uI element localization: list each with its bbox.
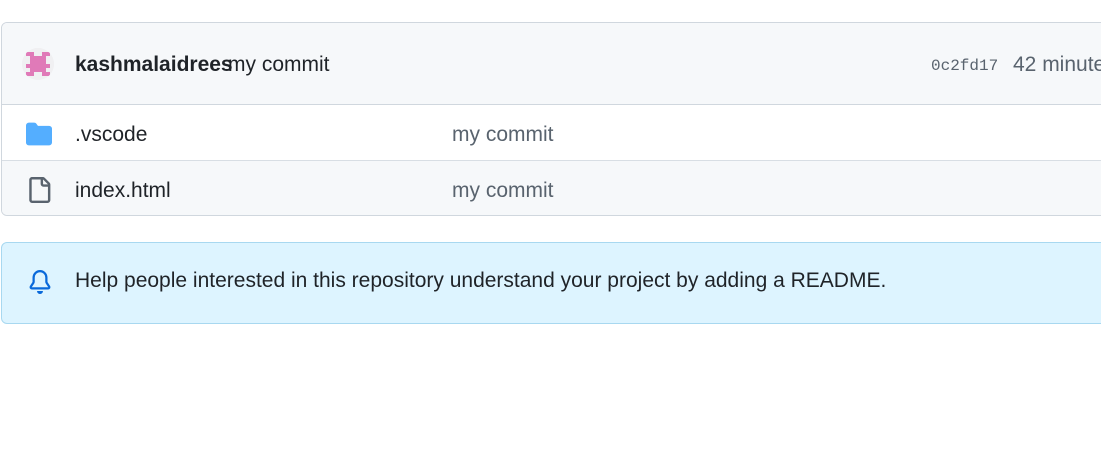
bell-icon bbox=[29, 270, 51, 294]
file-name-link[interactable]: .vscode bbox=[75, 123, 147, 147]
commit-time: 42 minutes ago bbox=[1013, 53, 1101, 76]
file-commit-link[interactable]: my commit bbox=[452, 123, 554, 147]
identicon-icon bbox=[22, 48, 54, 80]
commit-message-link[interactable]: my commit bbox=[228, 53, 330, 77]
file-icon bbox=[29, 177, 51, 203]
commit-author-link[interactable]: kashmalaidrees bbox=[75, 53, 233, 77]
commit-sha-link[interactable]: 0c2fd17 bbox=[931, 57, 998, 75]
readme-banner: Help people interested in this repositor… bbox=[1, 242, 1101, 324]
file-row-vscode[interactable]: .vscode my commit bbox=[2, 105, 1101, 161]
folder-icon bbox=[26, 122, 52, 146]
file-name-link[interactable]: index.html bbox=[75, 179, 171, 203]
avatar[interactable] bbox=[22, 48, 54, 80]
readme-prompt-text: Help people interested in this repositor… bbox=[75, 269, 887, 292]
file-list: kashmalaidrees my commit 0c2fd17 42 minu… bbox=[1, 22, 1101, 216]
latest-commit-row: kashmalaidrees my commit 0c2fd17 42 minu… bbox=[2, 23, 1101, 105]
file-commit-link[interactable]: my commit bbox=[452, 179, 554, 203]
file-row-index-html[interactable]: index.html my commit bbox=[2, 161, 1101, 215]
